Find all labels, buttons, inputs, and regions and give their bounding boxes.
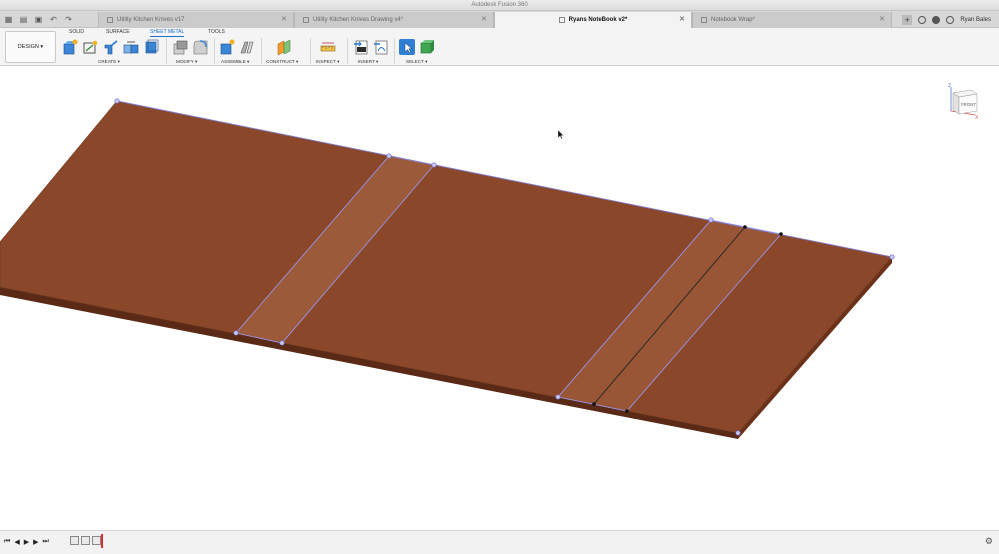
document-tab-bar: ▦ ▤ ▣ ↶ ↷ Utility Kitchen Knives v17 ✕ U… (0, 11, 999, 28)
sheet-metal-body (0, 100, 893, 434)
timeline-track (70, 536, 102, 548)
viewcube-x-label: X (975, 115, 979, 121)
play-icon[interactable]: ▶ (24, 538, 29, 546)
go-to-start-icon[interactable]: ⏮ (4, 538, 10, 546)
new-component-assemble-icon[interactable] (219, 39, 235, 55)
vertex-point (708, 217, 714, 223)
step-forward-icon[interactable]: ▶ (33, 538, 38, 546)
vertex-point (779, 232, 783, 236)
create-group-label[interactable]: CREATE ▾ (98, 59, 120, 65)
modify-group-label[interactable]: MODIFY ▾ (176, 59, 197, 65)
vertex-point (114, 98, 120, 104)
timeline-marker[interactable] (101, 534, 103, 548)
unfold-icon[interactable] (123, 39, 139, 55)
fillet-icon[interactable] (192, 39, 208, 55)
drawing-icon (303, 17, 309, 23)
new-tab-icon[interactable]: + (902, 14, 913, 25)
vertex-point (889, 254, 895, 260)
tab-label: Utility Kitchen Knives Drawing v4* (313, 17, 404, 23)
viewcube-front-label: FRONT (961, 102, 976, 107)
undo-icon[interactable]: ↶ (49, 15, 58, 24)
measure-icon[interactable] (320, 39, 336, 55)
timeline-feature-sheetmetal[interactable] (70, 536, 79, 545)
vertex-point (625, 409, 629, 413)
close-icon[interactable]: ✕ (481, 15, 487, 23)
offset-plane-icon[interactable] (276, 39, 292, 56)
tab-tools[interactable]: TOOLS (208, 29, 225, 35)
apps-grid-icon[interactable]: ▦ (4, 15, 13, 24)
go-to-end-icon[interactable]: ⏭ (42, 538, 48, 546)
vertex-point (592, 402, 596, 406)
construct-group-label[interactable]: CONSTRUCT ▾ (266, 59, 298, 65)
vertex-point (431, 162, 437, 168)
toolbar-separator (166, 38, 167, 64)
toolbar-separator (214, 38, 215, 64)
joint-icon[interactable] (239, 39, 255, 55)
tab-solid[interactable]: SOLID (69, 29, 84, 35)
toolbar-separator (394, 38, 395, 64)
vertex-point (233, 330, 239, 336)
tab-ryans-notebook[interactable]: Ryans NoteBook v2* ✕ (494, 12, 692, 28)
component-icon (558, 17, 565, 23)
tab-label: Notebook Wrap* (711, 17, 755, 23)
timeline-bar: ⏮ ◀ ▶ ▶ ⏭ ⚙ (0, 530, 999, 554)
vertex-point (279, 340, 285, 346)
tab-bar-right-tools: + Ryan Bales (902, 11, 999, 28)
toolbar-separator (261, 38, 262, 64)
tab-bar-left-tools: ▦ ▤ ▣ ↶ ↷ (0, 11, 73, 28)
close-icon[interactable]: ✕ (879, 15, 885, 23)
tab-sheet-metal[interactable]: SHEET METAL (150, 29, 185, 37)
timeline-controls: ⏮ ◀ ▶ ▶ ⏭ (4, 538, 49, 546)
vertex-point (555, 394, 561, 400)
new-component-icon[interactable] (62, 39, 78, 55)
create-flat-pattern-icon[interactable] (143, 39, 159, 55)
tab-utility-kitchen-knives[interactable]: Utility Kitchen Knives v17 ✕ (98, 12, 294, 28)
tab-utility-kitchen-knives-drawing[interactable]: Utility Kitchen Knives Drawing v4* ✕ (294, 12, 494, 28)
viewcube-z-label: Z (948, 83, 951, 89)
toolbar-separator (347, 38, 348, 64)
model-canvas[interactable] (0, 67, 999, 530)
notifications-icon[interactable] (932, 15, 941, 24)
select-tool-icon[interactable] (399, 39, 415, 55)
save-icon[interactable]: ▣ (34, 15, 43, 24)
inspect-group-label[interactable]: INSPECT ▾ (316, 59, 339, 65)
selection-filter-icon[interactable] (419, 39, 435, 55)
toolbar-separator (310, 38, 311, 64)
3d-viewport[interactable]: Z X FRONT (0, 67, 999, 530)
tab-label: Ryans NoteBook v2* (568, 17, 628, 23)
tab-notebook-wrap[interactable]: Notebook Wrap* ✕ (692, 12, 892, 28)
select-group-label[interactable]: SELECT ▾ (406, 59, 427, 65)
timeline-feature-flange[interactable] (92, 536, 101, 545)
help-icon[interactable] (946, 15, 955, 24)
vertex-point (735, 430, 741, 436)
insert-dxf-icon[interactable] (353, 39, 369, 55)
window-title: Autodesk Fusion 360 (0, 0, 999, 11)
ribbon-toolbar: DESIGN ▾ SOLID SURFACE SHEET METAL TOOLS… (0, 28, 999, 66)
document-icon (107, 17, 113, 23)
vertex-point (386, 153, 392, 159)
document-icon (701, 17, 707, 23)
timeline-feature-sketch[interactable] (81, 536, 90, 545)
fusion-app: Autodesk Fusion 360 ▦ ▤ ▣ ↶ ↷ Utility Ki… (0, 0, 999, 554)
viewcube[interactable]: Z X FRONT (945, 81, 981, 121)
close-icon[interactable]: ✕ (679, 15, 685, 23)
job-status-icon[interactable] (918, 15, 927, 24)
vertex-point (743, 225, 747, 229)
press-pull-icon[interactable] (172, 39, 188, 55)
file-menu-icon[interactable]: ▤ (19, 15, 28, 24)
workspace-switcher-button[interactable]: DESIGN ▾ (5, 31, 56, 63)
flange-icon[interactable] (103, 39, 119, 55)
step-back-icon[interactable]: ◀ (14, 538, 19, 546)
close-icon[interactable]: ✕ (281, 15, 287, 23)
gear-icon[interactable]: ⚙ (985, 536, 993, 547)
tab-surface[interactable]: SURFACE (106, 29, 130, 35)
tab-label: Utility Kitchen Knives v17 (117, 17, 185, 23)
redo-icon[interactable]: ↷ (64, 15, 73, 24)
insert-svg-icon[interactable] (373, 39, 389, 55)
user-name[interactable]: Ryan Bales (960, 17, 991, 23)
insert-group-label[interactable]: INSERT ▾ (358, 59, 378, 65)
create-sketch-icon[interactable] (82, 39, 98, 55)
assemble-group-label[interactable]: ASSEMBLE ▾ (221, 59, 249, 65)
mouse-cursor-icon (557, 129, 564, 140)
